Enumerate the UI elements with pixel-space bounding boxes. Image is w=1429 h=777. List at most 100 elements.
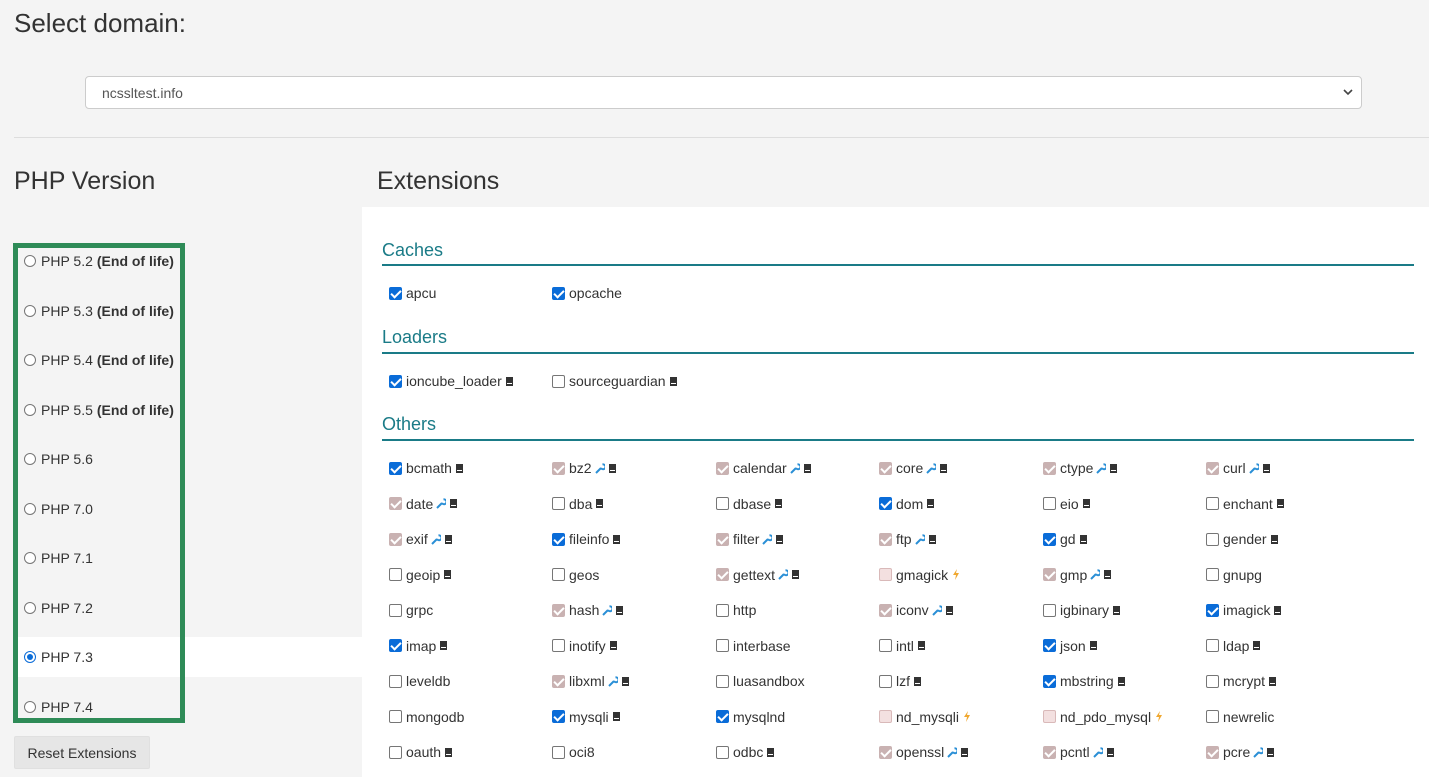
extension-item[interactable]: json — [1043, 638, 1099, 654]
extension-checkbox[interactable] — [879, 639, 892, 652]
extension-item[interactable]: grpc — [389, 602, 433, 618]
extension-item[interactable]: iconv — [879, 602, 955, 618]
extension-item[interactable]: gmagick — [879, 567, 961, 583]
extension-checkbox[interactable] — [389, 374, 402, 388]
extension-item[interactable]: lzf — [879, 673, 923, 689]
extension-checkbox[interactable] — [552, 568, 565, 581]
extension-item[interactable]: igbinary — [1043, 602, 1122, 618]
extension-item[interactable]: geoip — [389, 567, 453, 583]
extension-checkbox[interactable] — [389, 461, 402, 475]
extension-checkbox[interactable] — [879, 497, 892, 510]
extension-checkbox[interactable] — [389, 286, 402, 300]
extension-checkbox[interactable] — [716, 639, 729, 652]
extension-checkbox[interactable] — [1043, 532, 1056, 546]
extension-item[interactable]: gnupg — [1206, 567, 1262, 583]
reset-extensions-button[interactable]: Reset Extensions — [14, 736, 150, 769]
extension-checkbox[interactable] — [552, 374, 565, 388]
extension-item[interactable]: pcntl — [1043, 744, 1116, 760]
extension-item[interactable]: http — [716, 602, 756, 618]
extension-item[interactable]: newrelic — [1206, 709, 1274, 725]
extension-item[interactable]: bz2 — [552, 460, 618, 476]
extension-item[interactable]: filter — [716, 531, 785, 547]
extension-checkbox[interactable] — [716, 710, 729, 723]
extension-checkbox[interactable] — [1043, 639, 1056, 652]
extension-checkbox[interactable] — [716, 745, 729, 759]
extension-item[interactable]: core — [879, 460, 949, 476]
doc-icon — [1270, 534, 1278, 544]
extension-checkbox[interactable] — [552, 710, 565, 723]
extension-checkbox[interactable] — [879, 674, 892, 688]
extension-item[interactable]: pcre — [1206, 744, 1276, 760]
extension-item[interactable]: enchant — [1206, 496, 1286, 512]
extension-item[interactable]: gd — [1043, 531, 1089, 547]
domain-select[interactable]: ncssltest.info — [85, 76, 1362, 109]
extension-item[interactable]: hash — [552, 602, 625, 618]
extension-checkbox[interactable] — [1206, 568, 1219, 581]
extension-item[interactable]: apcu — [389, 285, 436, 301]
extension-item[interactable]: intl — [879, 638, 927, 654]
extension-checkbox[interactable] — [1206, 532, 1219, 546]
extension-item[interactable]: fileinfo — [552, 531, 622, 547]
extension-item[interactable]: mysqli — [552, 709, 622, 725]
extension-checkbox[interactable] — [389, 710, 402, 723]
extension-item[interactable]: dbase — [716, 496, 784, 512]
extension-checkbox[interactable] — [389, 745, 402, 759]
extension-checkbox[interactable] — [552, 745, 565, 759]
extension-item[interactable]: interbase — [716, 638, 791, 654]
extension-item[interactable]: mbstring — [1043, 673, 1127, 689]
extension-item[interactable]: ldap — [1206, 638, 1262, 654]
extension-checkbox[interactable] — [1206, 639, 1219, 652]
extension-checkbox[interactable] — [716, 674, 729, 688]
extension-checkbox[interactable] — [1043, 497, 1056, 510]
extension-item[interactable]: geos — [552, 567, 599, 583]
extension-checkbox[interactable] — [716, 497, 729, 510]
extension-checkbox[interactable] — [1043, 674, 1056, 688]
extension-checkbox[interactable] — [552, 286, 565, 300]
extension-item[interactable]: leveldb — [389, 673, 450, 689]
extension-item[interactable]: opcache — [552, 285, 622, 301]
extension-item[interactable]: mcrypt — [1206, 673, 1278, 689]
extension-item[interactable]: inotify — [552, 638, 619, 654]
extension-item[interactable]: gmp — [1043, 567, 1113, 583]
extension-item[interactable]: date — [389, 496, 459, 512]
extension-item[interactable]: odbc — [716, 744, 776, 760]
extension-item[interactable]: imap — [389, 638, 449, 654]
wrench-icon — [947, 746, 958, 758]
extension-item[interactable]: nd_pdo_mysql — [1043, 709, 1164, 725]
extension-item[interactable]: ctype — [1043, 460, 1119, 476]
extension-item[interactable]: sourceguardian — [552, 373, 679, 389]
extension-item[interactable]: mysqlnd — [716, 709, 785, 725]
extension-checkbox[interactable] — [1206, 710, 1219, 723]
extension-checkbox[interactable] — [1043, 603, 1056, 617]
extension-checkbox[interactable] — [1206, 674, 1219, 688]
extension-item[interactable]: eio — [1043, 496, 1092, 512]
extension-checkbox[interactable] — [389, 674, 402, 688]
extension-item[interactable]: gettext — [716, 567, 801, 583]
extension-checkbox[interactable] — [389, 639, 402, 652]
extension-checkbox[interactable] — [552, 532, 565, 546]
extension-item[interactable]: ioncube_loader — [389, 373, 515, 389]
extension-checkbox[interactable] — [552, 497, 565, 510]
extension-item[interactable]: calendar — [716, 460, 813, 476]
extension-checkbox[interactable] — [552, 639, 565, 652]
extension-item[interactable]: mongodb — [389, 709, 464, 725]
extension-checkbox[interactable] — [716, 603, 729, 617]
extension-item[interactable]: libxml — [552, 673, 631, 689]
extension-item[interactable]: dba — [552, 496, 605, 512]
extension-item[interactable]: bcmath — [389, 460, 465, 476]
extension-checkbox[interactable] — [1206, 603, 1219, 617]
extension-checkbox[interactable] — [389, 568, 402, 581]
extension-item[interactable]: gender — [1206, 531, 1280, 547]
extension-item[interactable]: oci8 — [552, 744, 595, 760]
extension-item[interactable]: exif — [389, 531, 454, 547]
extension-item[interactable]: nd_mysqli — [879, 709, 972, 725]
extension-item[interactable]: oauth — [389, 744, 454, 760]
extension-checkbox[interactable] — [1206, 497, 1219, 510]
extension-item[interactable]: dom — [879, 496, 936, 512]
extension-checkbox[interactable] — [389, 603, 402, 617]
extension-item[interactable]: curl — [1206, 460, 1272, 476]
extension-item[interactable]: openssl — [879, 744, 970, 760]
extension-item[interactable]: imagick — [1206, 602, 1283, 618]
extension-item[interactable]: luasandbox — [716, 673, 805, 689]
extension-item[interactable]: ftp — [879, 531, 938, 547]
